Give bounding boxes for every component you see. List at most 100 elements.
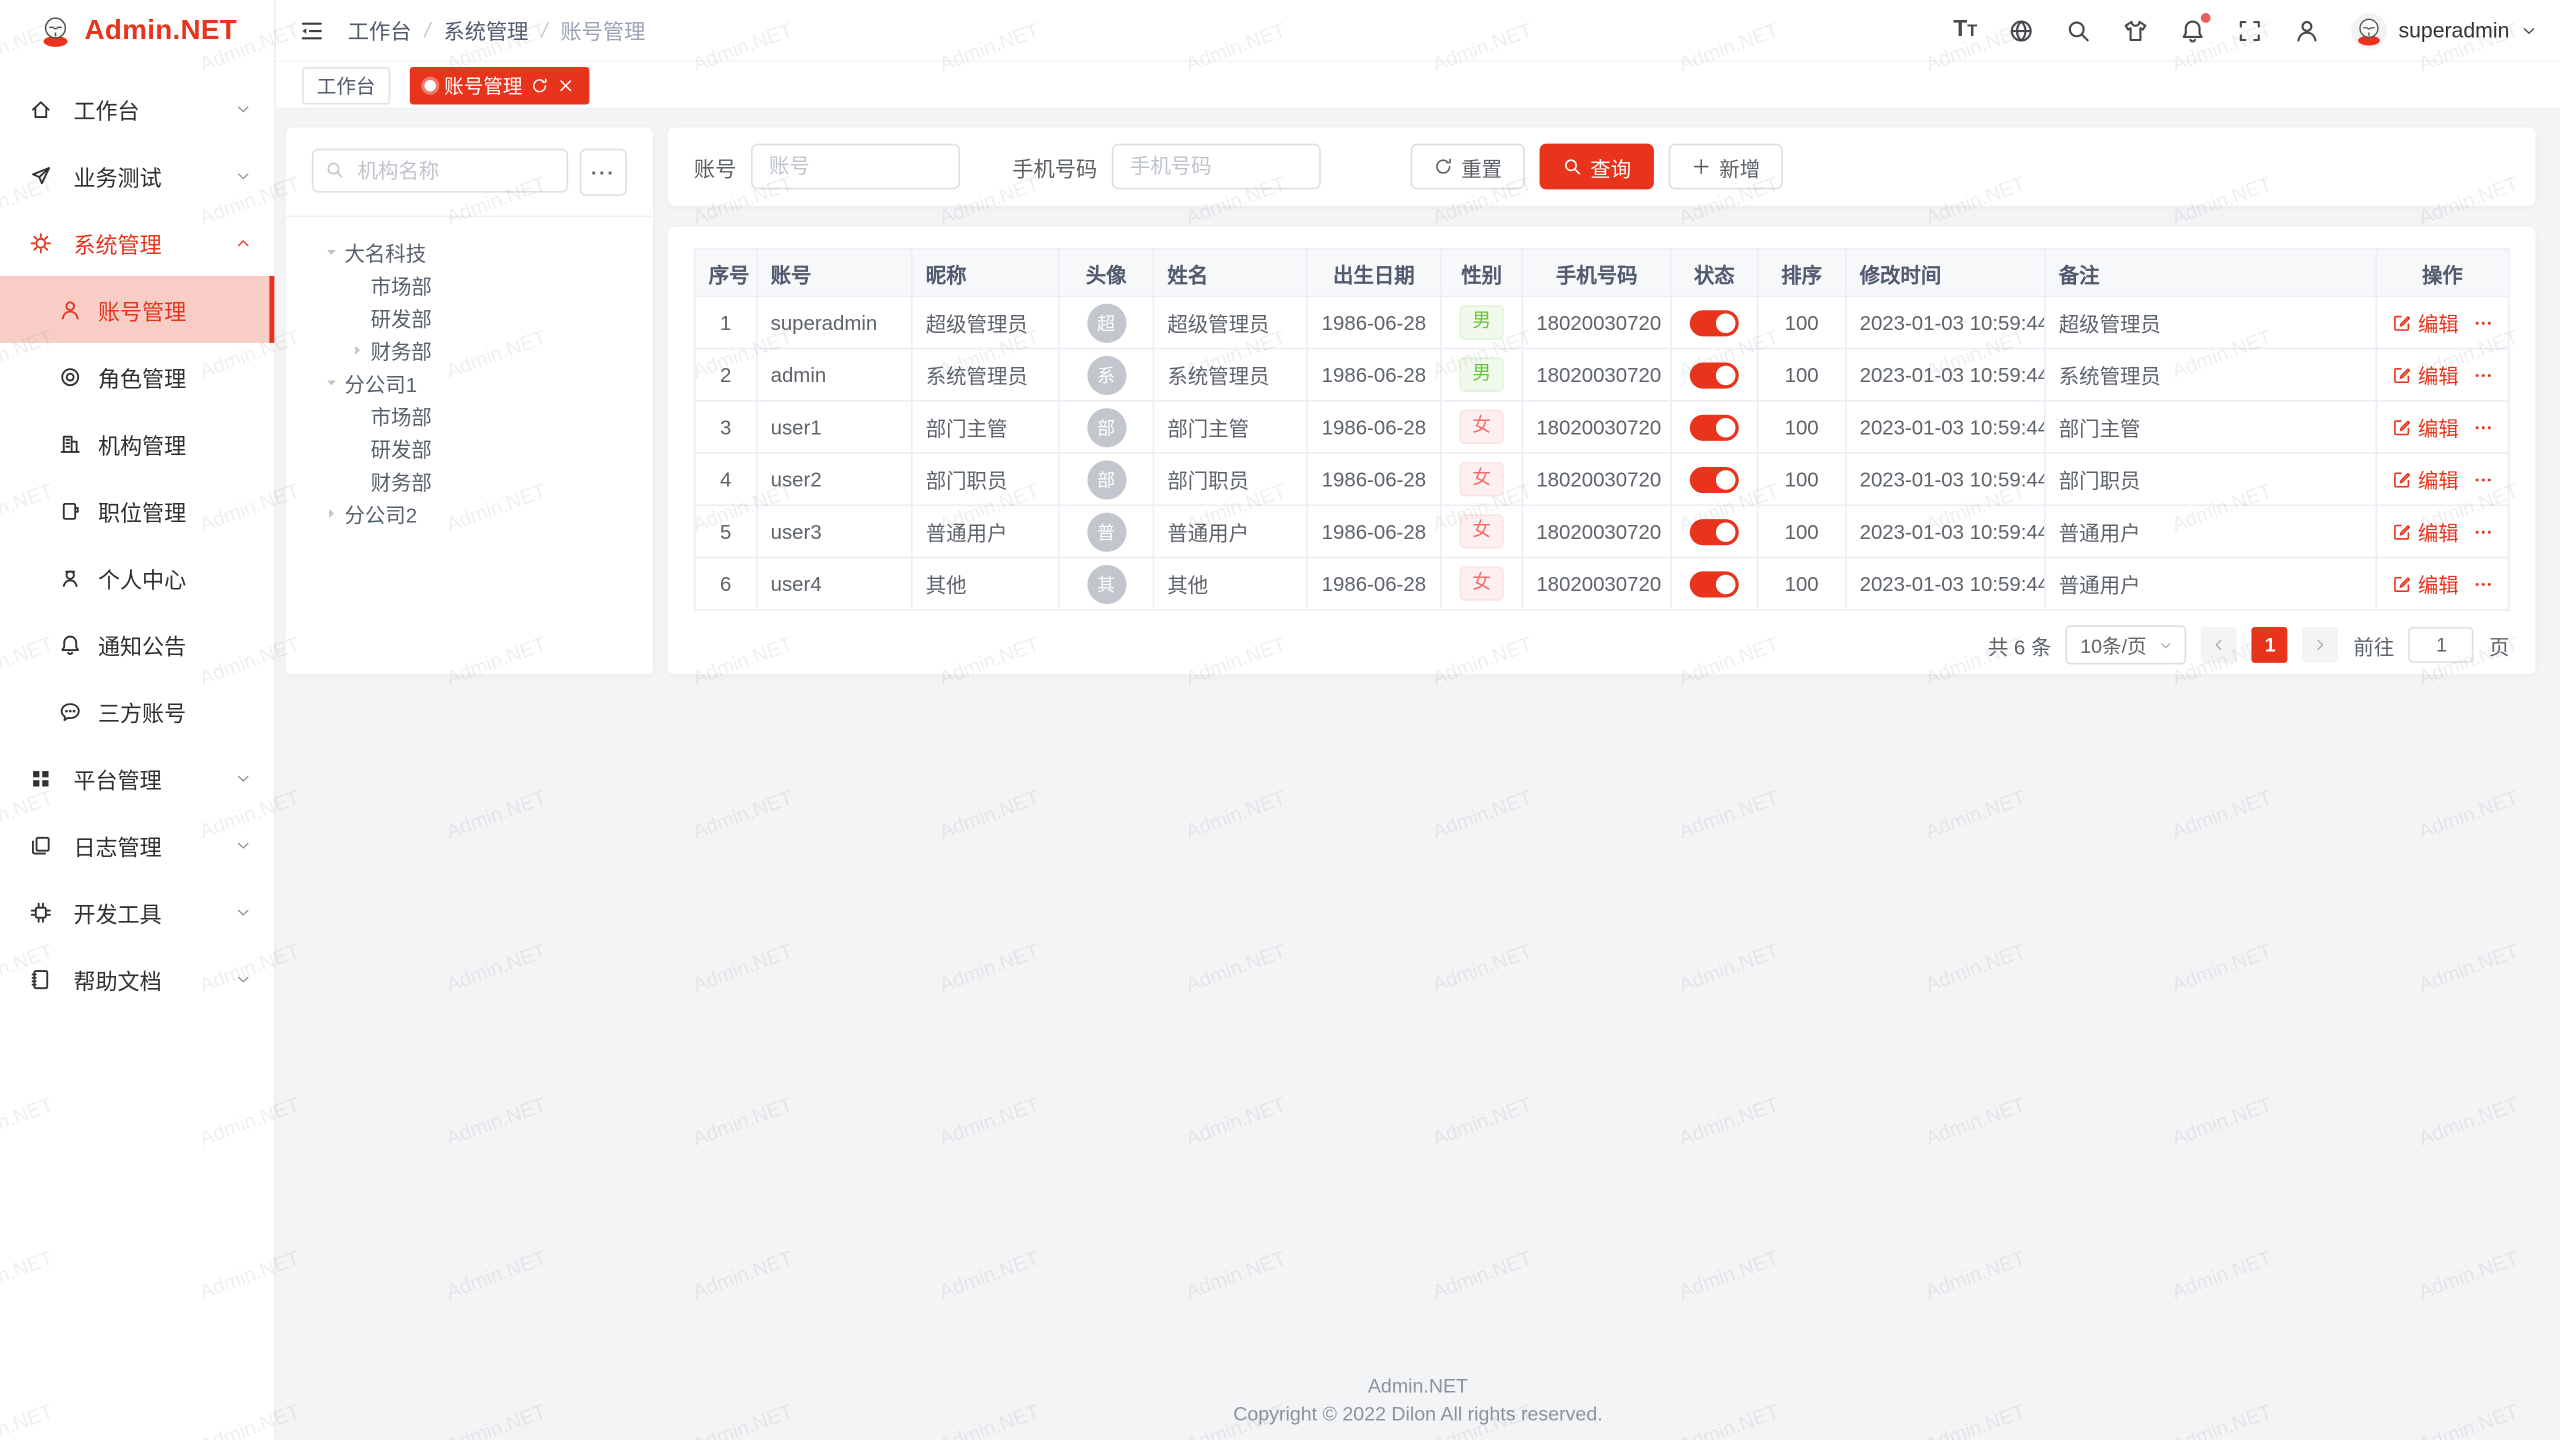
more-actions-button[interactable]: [2473, 522, 2493, 542]
cell-ops: 编辑: [2376, 401, 2508, 453]
tree-node[interactable]: 研发部: [312, 431, 627, 464]
logo[interactable]: Admin.NET: [0, 0, 274, 60]
org-more-button[interactable]: ···: [580, 149, 627, 196]
tree-node[interactable]: 市场部: [312, 398, 627, 431]
sidebar-item[interactable]: 职位管理: [0, 477, 274, 544]
edit-button[interactable]: 编辑: [2392, 464, 2459, 495]
edit-button[interactable]: 编辑: [2392, 411, 2459, 442]
refresh-icon[interactable]: [531, 76, 549, 94]
column-header-nickname: 昵称: [912, 249, 1059, 296]
column-header-order: 排序: [1758, 249, 1846, 296]
phone-input[interactable]: [1112, 144, 1321, 190]
column-header-account: 账号: [757, 249, 912, 296]
next-page-button[interactable]: [2303, 627, 2339, 663]
more-actions-button[interactable]: [2473, 417, 2493, 437]
cell-nickname: 部门主管: [912, 401, 1059, 453]
edit-button[interactable]: 编辑: [2392, 516, 2459, 547]
status-toggle[interactable]: [1690, 309, 1739, 335]
main-area: 工作台 / 系统管理 / 账号管理 TT superadmi: [276, 0, 2560, 1440]
sidebar-item[interactable]: 通知公告: [0, 611, 274, 678]
search-icon[interactable]: [2065, 17, 2091, 43]
sidebar-item[interactable]: 业务测试: [0, 142, 274, 209]
tree-node[interactable]: 市场部: [312, 268, 627, 301]
query-button[interactable]: 查询: [1540, 144, 1654, 190]
more-actions-button[interactable]: [2473, 365, 2493, 385]
caret-right-icon[interactable]: [318, 505, 344, 520]
sidebar-item[interactable]: 平台管理: [0, 744, 274, 811]
tree-node[interactable]: 研发部: [312, 300, 627, 333]
menu-fold-icon[interactable]: [299, 17, 325, 43]
status-toggle[interactable]: [1690, 571, 1739, 597]
edit-button[interactable]: 编辑: [2392, 359, 2459, 390]
status-toggle[interactable]: [1690, 466, 1739, 492]
sidebar-item-label: 开发工具: [73, 896, 235, 929]
more-actions-button[interactable]: [2473, 469, 2493, 489]
prev-page-button[interactable]: [2202, 627, 2238, 663]
edit-button[interactable]: 编辑: [2392, 568, 2459, 599]
sidebar-item[interactable]: 角色管理: [0, 343, 274, 410]
cell-birth_date: 1986-06-28: [1307, 453, 1441, 505]
table-row: 5user3普通用户普普通用户1986-06-28女18020030720100…: [695, 505, 2509, 557]
user-menu[interactable]: superadmin: [2351, 12, 2537, 48]
cell-ops: 编辑: [2376, 505, 2508, 557]
sidebar-item-label: 工作台: [73, 92, 235, 125]
user-icon[interactable]: [2294, 17, 2320, 43]
page-size-select[interactable]: 10条/页: [2066, 625, 2187, 664]
tab-account-active[interactable]: 账号管理: [410, 66, 590, 104]
notification-icon[interactable]: [2180, 17, 2206, 43]
cell-birth_date: 1986-06-28: [1307, 401, 1441, 453]
add-button[interactable]: 新增: [1669, 144, 1783, 190]
breadcrumb-item[interactable]: 系统管理: [443, 15, 528, 46]
tree-node[interactable]: 财务部: [312, 333, 627, 366]
tree-node[interactable]: 财务部: [312, 464, 627, 497]
font-size-icon[interactable]: TT: [1953, 15, 1977, 46]
more-actions-button[interactable]: [2473, 313, 2493, 333]
cell-order: 100: [1758, 558, 1846, 610]
tab-workbench[interactable]: 工作台: [302, 66, 390, 104]
cell-phone: 18020030720: [1522, 453, 1671, 505]
reset-button[interactable]: 重置: [1411, 144, 1525, 190]
caret-down-icon[interactable]: [318, 375, 344, 390]
gender-tag: 女: [1459, 567, 1504, 600]
close-icon[interactable]: [557, 76, 575, 94]
caret-right-icon[interactable]: [344, 342, 370, 357]
status-toggle[interactable]: [1690, 414, 1739, 440]
profile-icon: [59, 566, 82, 589]
cell-gender: 男: [1441, 296, 1523, 348]
sidebar-item[interactable]: 三方账号: [0, 678, 274, 745]
edit-icon: [2392, 365, 2412, 385]
sidebar-item[interactable]: 开发工具: [0, 878, 274, 945]
status-toggle[interactable]: [1690, 362, 1739, 388]
sidebar-item[interactable]: 系统管理: [0, 209, 274, 276]
avatar: [2351, 12, 2387, 48]
account-input[interactable]: [751, 144, 960, 190]
sidebar-item[interactable]: 个人中心: [0, 544, 274, 611]
caret-down-icon[interactable]: [318, 244, 344, 259]
cell-index: 4: [695, 453, 757, 505]
tree-node-label: 财务部: [371, 464, 432, 495]
edit-button[interactable]: 编辑: [2392, 307, 2459, 338]
goto-page-input[interactable]: [2409, 627, 2474, 663]
sidebar-item[interactable]: 帮助文档: [0, 945, 274, 1012]
cell-phone: 18020030720: [1522, 401, 1671, 453]
fullscreen-icon[interactable]: [2237, 17, 2263, 43]
sidebar-item[interactable]: 账号管理: [0, 276, 274, 343]
goto-label: 前往: [2353, 629, 2394, 660]
tree-node[interactable]: 大名科技: [312, 235, 627, 268]
more-actions-button[interactable]: [2473, 574, 2493, 594]
tree-node[interactable]: 分公司2: [312, 496, 627, 529]
status-toggle[interactable]: [1690, 518, 1739, 544]
language-icon[interactable]: [2008, 17, 2034, 43]
sidebar-item[interactable]: 工作台: [0, 75, 274, 142]
sidebar-item[interactable]: 机构管理: [0, 410, 274, 477]
current-page[interactable]: 1: [2252, 627, 2288, 663]
cell-birth_date: 1986-06-28: [1307, 296, 1441, 348]
tree-node[interactable]: 分公司1: [312, 366, 627, 399]
theme-icon[interactable]: [2123, 17, 2149, 43]
sidebar-item[interactable]: 日志管理: [0, 811, 274, 878]
sidebar-item-label: 账号管理: [98, 293, 251, 326]
breadcrumb-item[interactable]: 工作台: [348, 15, 412, 46]
org-search-input[interactable]: [312, 149, 568, 193]
active-dot-icon: [425, 79, 436, 90]
chevron-down-icon: [235, 770, 251, 786]
